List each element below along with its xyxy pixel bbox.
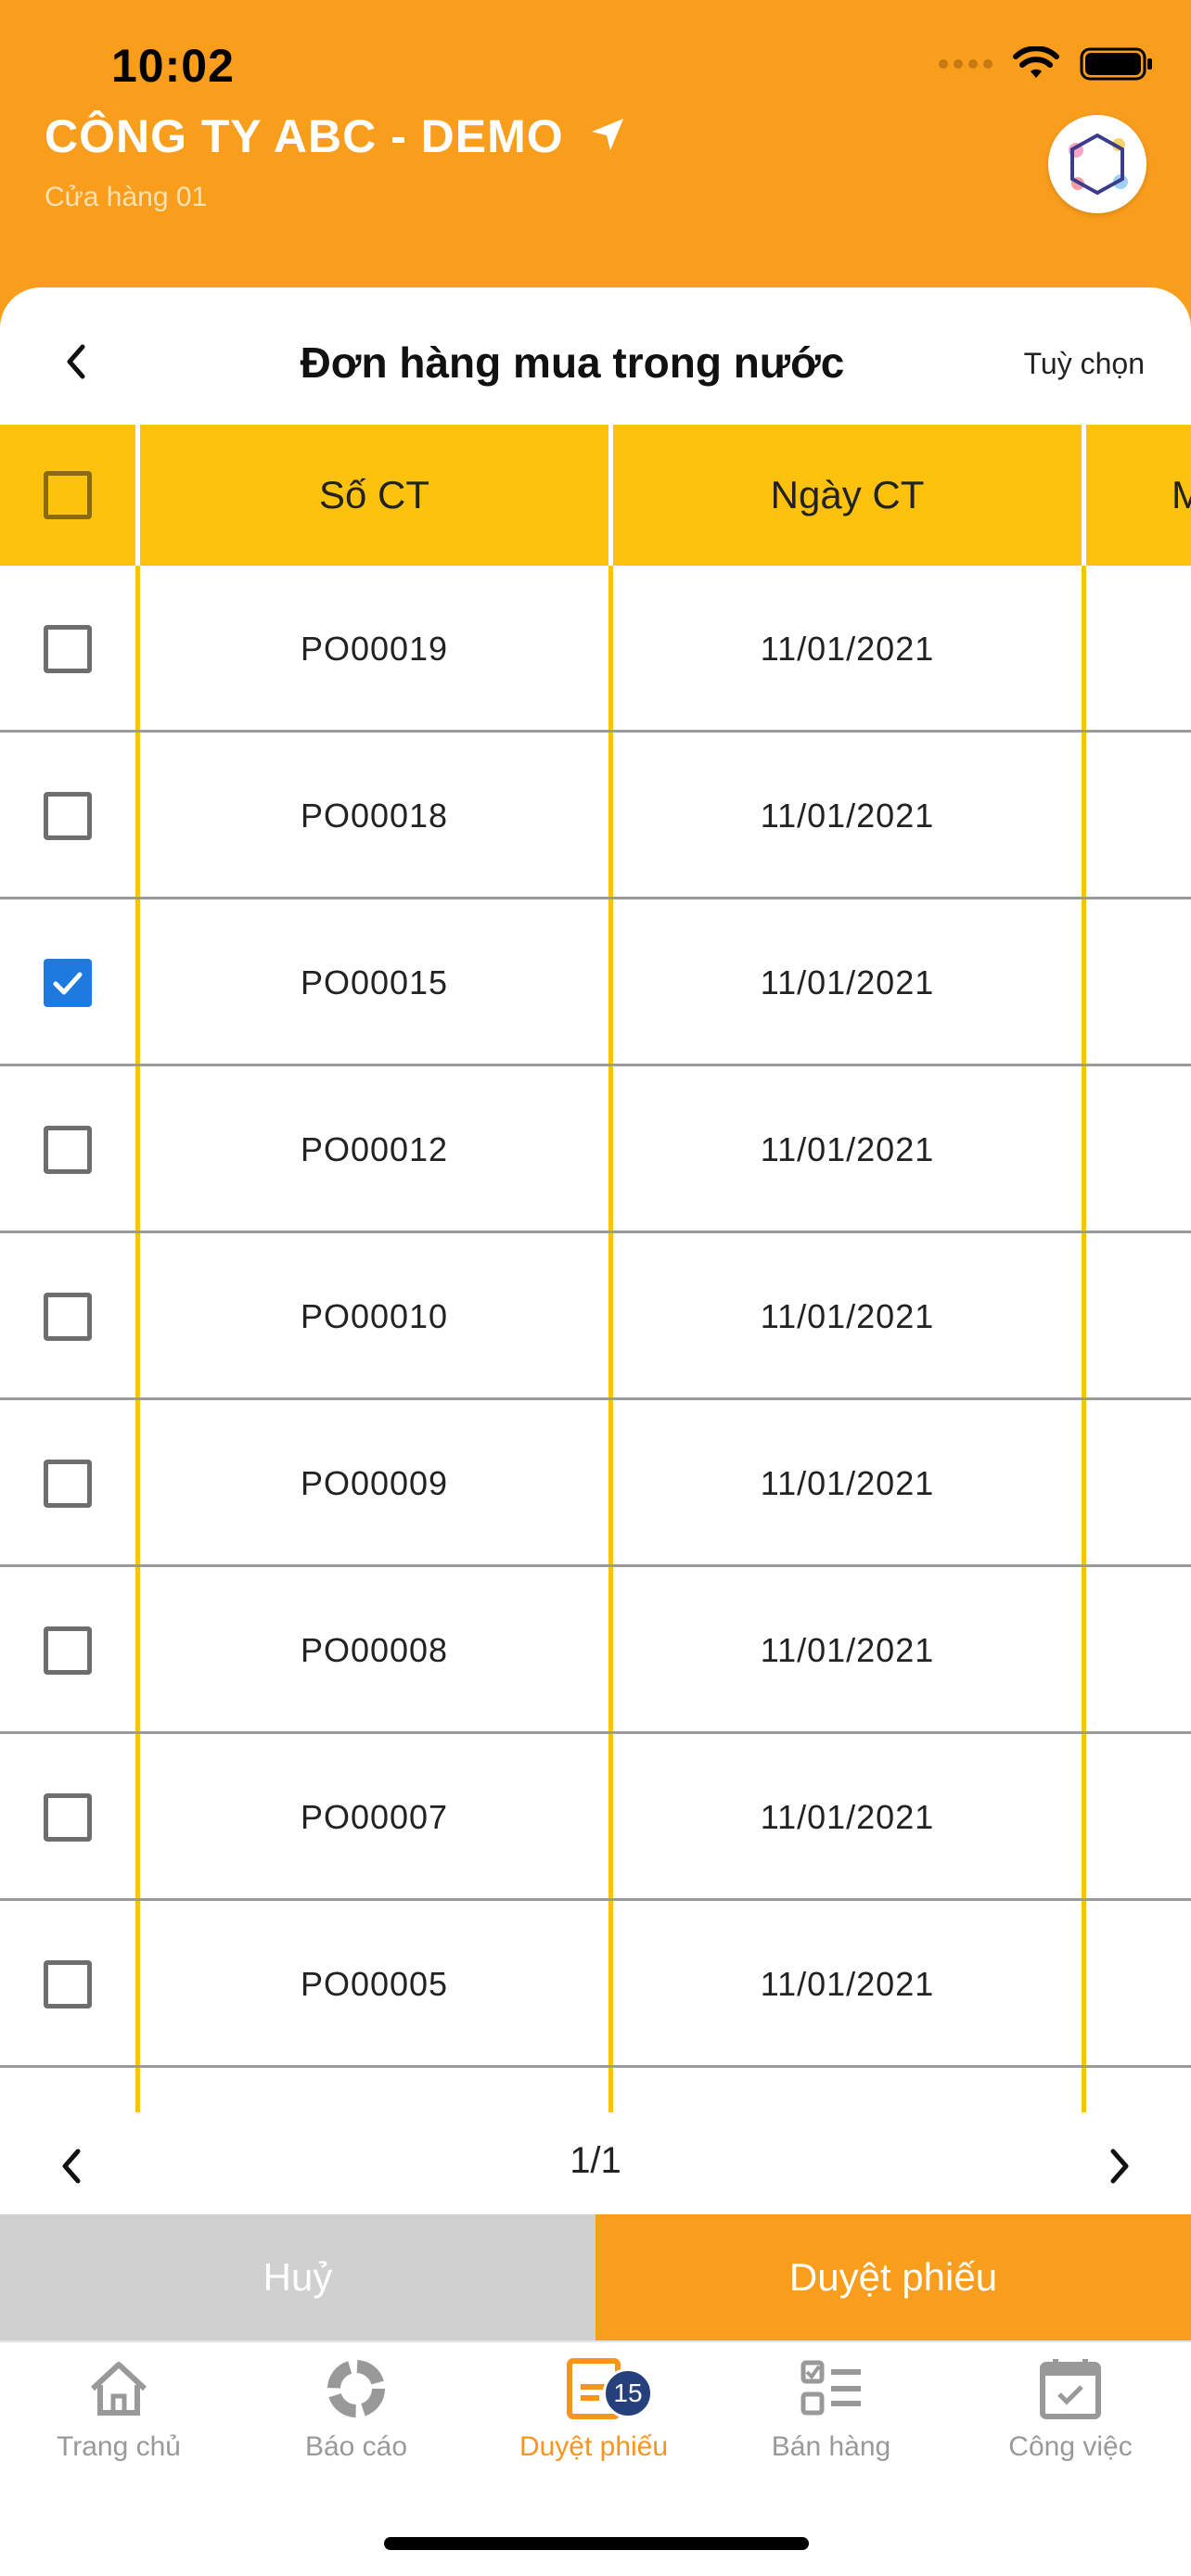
table-header: Số CT Ngày CT M (0, 425, 1191, 566)
doc-date-cell: 11/01/2021 (760, 797, 935, 835)
tab-tasks[interactable]: Công việc (950, 2355, 1191, 2463)
select-all-checkbox[interactable] (44, 471, 92, 519)
doc-date-cell: 11/01/2021 (760, 1631, 935, 1669)
tab-label: Công việc (1008, 2431, 1133, 2462)
row-checkbox[interactable] (44, 1293, 92, 1341)
row-checkbox[interactable] (44, 625, 92, 673)
tab-approve[interactable]: 15 Duyệt phiếu (475, 2355, 712, 2463)
column-header[interactable]: Ngày CT (613, 425, 1082, 566)
table-row[interactable]: PO00010 11/01/2021 (0, 1233, 1191, 1400)
company-selector[interactable]: CÔNG TY ABC - DEMO (45, 109, 627, 163)
page-indicator: 1/1 (570, 2140, 621, 2181)
chevron-right-icon (1110, 2149, 1129, 2184)
tab-sales[interactable]: Bán hàng (712, 2355, 950, 2463)
doc-date-cell: 11/01/2021 (760, 1798, 935, 1836)
action-bar: Huỷ Duyệt phiếu (0, 2214, 1191, 2340)
orders-table: Số CT Ngày CT M PO00019 11/01/2021 PO00018… (0, 425, 1191, 2112)
calendar-icon (1040, 2359, 1101, 2419)
checklist-icon (800, 2360, 861, 2416)
doc-number-cell: PO00019 (300, 630, 449, 668)
row-checkbox[interactable] (44, 1126, 92, 1174)
location-arrow-icon (588, 115, 627, 159)
next-page-button[interactable] (1106, 2148, 1133, 2189)
tab-home[interactable]: Trang chủ (0, 2355, 237, 2463)
row-checkbox[interactable] (44, 959, 92, 1007)
doc-number-cell: PO00012 (300, 1130, 449, 1168)
doc-number-cell: PO00008 (300, 1631, 449, 1669)
tab-label: Báo cáo (304, 2431, 408, 2462)
company-name: CÔNG TY ABC - DEMO (45, 110, 564, 162)
table-body: PO00019 11/01/2021 PO00018 11/01/2021 PO0001… (0, 566, 1191, 2068)
tab-label: Duyệt phiếu (519, 2431, 669, 2462)
report-icon (327, 2360, 385, 2417)
row-select-cell (0, 1066, 135, 1233)
column-header[interactable]: Số CT (140, 425, 608, 566)
select-all-cell (0, 425, 135, 566)
logo-icon (1069, 133, 1128, 196)
table-row[interactable]: PO00009 11/01/2021 (0, 1400, 1191, 1567)
column-header[interactable]: M (1086, 425, 1191, 566)
row-checkbox[interactable] (44, 1460, 92, 1508)
pagination: 1/1 (0, 2112, 1191, 2224)
signal-icon (939, 59, 992, 69)
table-row[interactable]: PO00012 11/01/2021 (0, 1066, 1191, 1233)
row-select-cell (0, 899, 135, 1066)
order-sheet: Đơn hàng mua trong nước Tuỳ chọn Số CT N… (0, 287, 1191, 2341)
doc-number-cell: PO00007 (300, 1798, 449, 1836)
doc-date-cell: 11/01/2021 (760, 1965, 935, 2003)
doc-number-cell: PO00010 (300, 1297, 449, 1335)
table-row[interactable]: PO00019 11/01/2021 (0, 566, 1191, 733)
row-select-cell (0, 1400, 135, 1567)
table-row[interactable]: PO00018 11/01/2021 (0, 733, 1191, 899)
tab-label: Trang chủ (57, 2431, 181, 2462)
home-icon (90, 2362, 147, 2416)
row-checkbox[interactable] (44, 792, 92, 840)
doc-date-cell: 11/01/2021 (760, 1297, 935, 1335)
row-checkbox[interactable] (44, 1626, 92, 1675)
doc-number-cell: PO00018 (300, 797, 449, 835)
row-select-cell (0, 733, 135, 899)
table-row[interactable]: PO00015 11/01/2021 (0, 899, 1191, 1066)
table-row[interactable]: PO00007 11/01/2021 (0, 1734, 1191, 1901)
row-checkbox[interactable] (44, 1793, 92, 1842)
status-time: 10:02 (111, 40, 235, 92)
battery-icon (1080, 46, 1154, 82)
row-select-cell (0, 1567, 135, 1734)
row-select-cell (0, 1901, 135, 2068)
notification-badge: 15 (603, 2368, 653, 2418)
cancel-button[interactable]: Huỷ (0, 2214, 596, 2340)
doc-number-cell: PO00005 (300, 1965, 449, 2003)
store-name: Cửa hàng 01 (45, 182, 208, 212)
row-select-cell (0, 1233, 135, 1400)
page-title: Đơn hàng mua trong nước (300, 338, 845, 387)
checkmark-icon (53, 972, 83, 995)
tab-label: Bán hàng (771, 2431, 891, 2462)
doc-date-cell: 11/01/2021 (760, 630, 935, 668)
table-row[interactable]: PO00005 11/01/2021 (0, 1901, 1191, 2068)
row-checkbox[interactable] (44, 1960, 92, 2009)
avatar[interactable] (1048, 115, 1146, 213)
options-button[interactable]: Tuỳ chọn (1024, 347, 1145, 381)
nav-bar: Đơn hàng mua trong nước Tuỳ chọn (0, 287, 1191, 427)
doc-number-cell: PO00015 (300, 963, 449, 1001)
home-indicator (384, 2537, 809, 2550)
doc-date-cell: 11/01/2021 (760, 1464, 935, 1502)
doc-date-cell: 11/01/2021 (760, 963, 935, 1001)
table-row[interactable]: PO00008 11/01/2021 (0, 1567, 1191, 1734)
row-select-cell (0, 566, 135, 733)
row-select-cell (0, 1734, 135, 1901)
tab-reports[interactable]: Báo cáo (237, 2355, 475, 2463)
approve-button[interactable]: Duyệt phiếu (596, 2214, 1191, 2340)
doc-date-cell: 11/01/2021 (760, 1130, 935, 1168)
wifi-icon (1013, 46, 1059, 82)
status-icons (939, 46, 1154, 82)
doc-number-cell: PO00009 (300, 1464, 449, 1502)
